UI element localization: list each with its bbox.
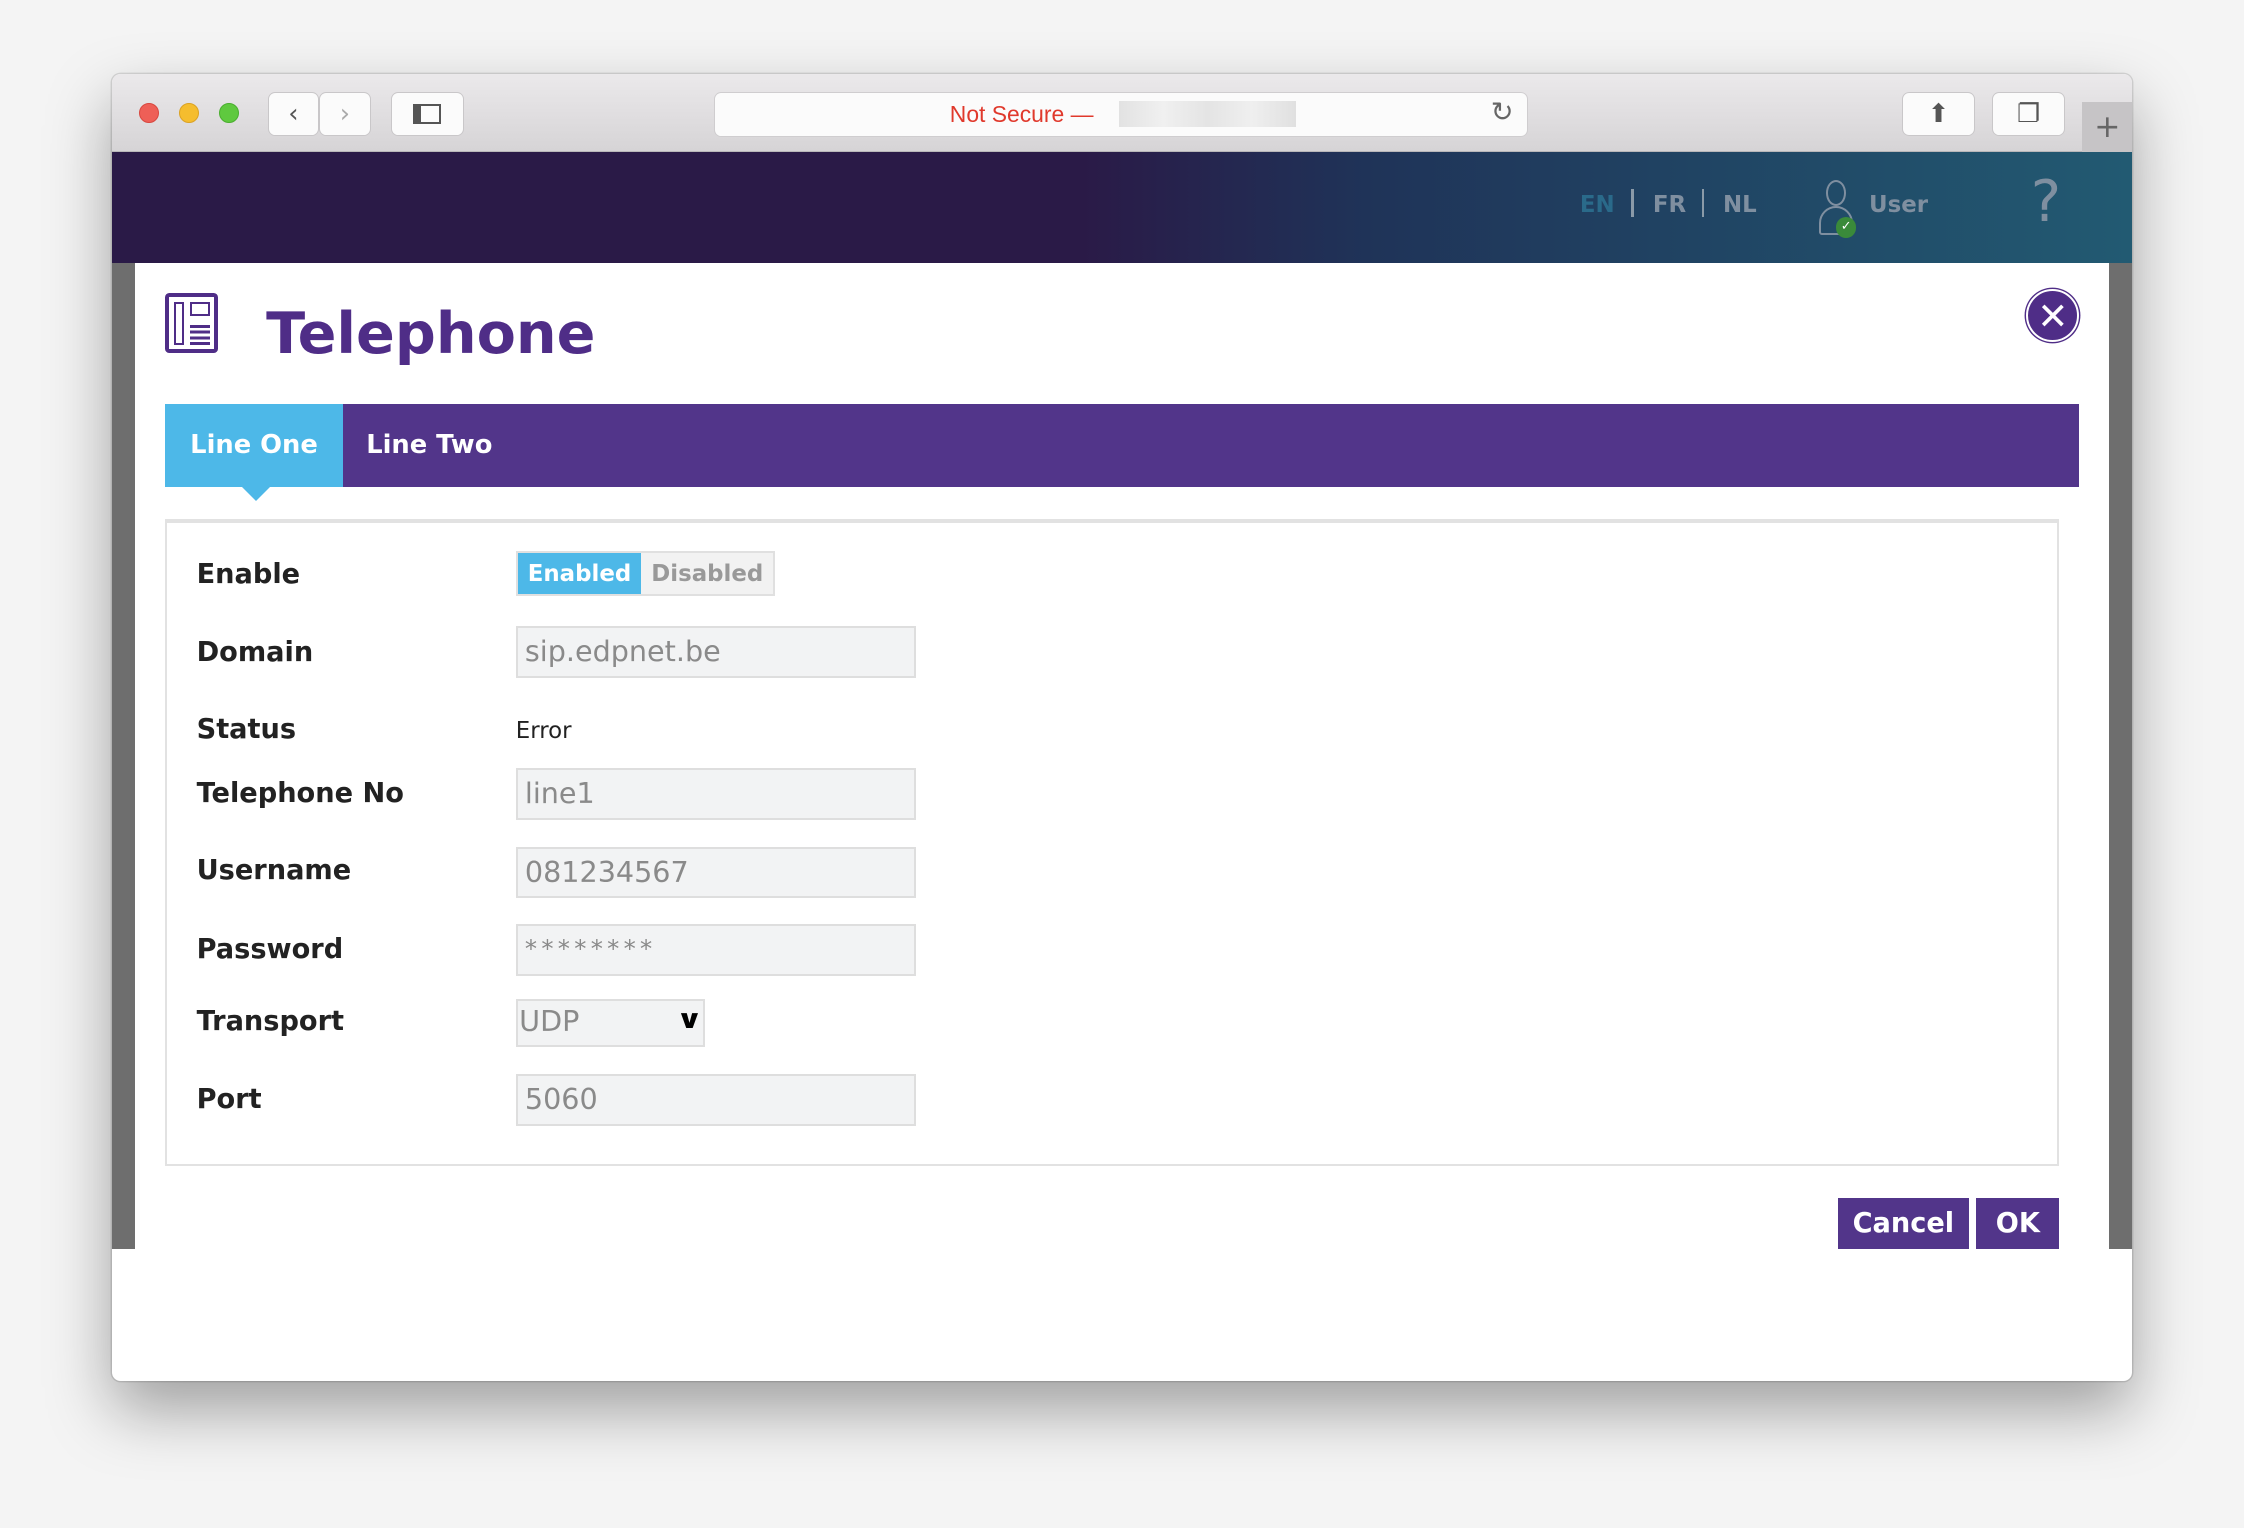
- share-button[interactable]: ⬆: [1901, 91, 1975, 136]
- line-settings-form: Enable Enabled Disabled Domain sip.edpne…: [164, 519, 2060, 1167]
- chevron-down-icon: ∨: [675, 1005, 703, 1035]
- status-value: Error: [515, 718, 572, 745]
- url-security-text: Not Secure —: [949, 101, 1094, 128]
- enabled-option[interactable]: Enabled: [517, 552, 642, 595]
- telephone-icon: [164, 293, 218, 354]
- enable-label: Enable: [196, 559, 301, 591]
- maximize-window-button[interactable]: [218, 103, 239, 124]
- browser-window: ‹ › Not Secure — ↻ ⬆ ❐ + EN FR NL ✓ User…: [111, 74, 2133, 1381]
- user-icon[interactable]: ✓: [1817, 180, 1857, 240]
- app-header: EN FR NL ✓ User ?: [111, 151, 2133, 264]
- minimize-window-button[interactable]: [178, 103, 199, 124]
- username-input[interactable]: 081234567: [515, 846, 917, 899]
- back-button[interactable]: ‹: [267, 91, 320, 136]
- overlay-backdrop: [111, 263, 135, 1250]
- language-fr[interactable]: FR: [1653, 192, 1686, 218]
- tab-line-one[interactable]: Line One: [164, 403, 344, 501]
- language-nl[interactable]: NL: [1723, 192, 1757, 218]
- transport-select[interactable]: UDP ∨: [515, 998, 705, 1048]
- telephone-dialog: Telephone ✕ Line One Line Two Enable Ena…: [134, 263, 2110, 1250]
- line-tabs: Line One Line Two: [164, 403, 2080, 501]
- status-label: Status: [196, 713, 297, 745]
- share-icon: ⬆: [1927, 98, 1950, 129]
- help-icon[interactable]: ?: [2031, 169, 2061, 235]
- overlay-backdrop: [2109, 263, 2133, 1250]
- sidebar-icon: [412, 103, 442, 124]
- domain-input[interactable]: sip.edpnet.be: [515, 626, 917, 678]
- transport-label: Transport: [196, 1005, 345, 1037]
- redacted-url: [1118, 101, 1297, 127]
- screen: ‹ › Not Secure — ↻ ⬆ ❐ + EN FR NL ✓ User…: [0, 0, 2244, 1528]
- domain-label: Domain: [196, 636, 314, 668]
- tabs-button[interactable]: ❐: [1992, 91, 2066, 136]
- forward-button[interactable]: ›: [319, 91, 371, 136]
- ok-button[interactable]: OK: [1976, 1197, 2060, 1250]
- close-dialog-button[interactable]: ✕: [2026, 289, 2080, 342]
- close-icon: ✕: [2037, 293, 2069, 338]
- sidebar-button[interactable]: [390, 91, 464, 136]
- username-label: Username: [196, 855, 352, 887]
- forward-icon: ›: [339, 98, 351, 129]
- back-icon: ‹: [288, 98, 299, 129]
- tabs-icon: ❐: [2017, 98, 2041, 129]
- port-label: Port: [196, 1084, 262, 1116]
- dialog-title: Telephone: [266, 300, 596, 367]
- reload-icon[interactable]: ↻: [1491, 97, 1514, 128]
- language-en[interactable]: EN: [1580, 192, 1615, 218]
- tab-line-two[interactable]: Line Two: [343, 404, 515, 487]
- transport-value: UDP: [519, 1004, 580, 1039]
- telephone-no-label: Telephone No: [196, 778, 404, 810]
- new-tab-icon: +: [2094, 108, 2121, 145]
- user-menu-label[interactable]: User: [1869, 192, 1928, 218]
- cancel-button[interactable]: Cancel: [1837, 1197, 1970, 1250]
- port-input[interactable]: 5060: [515, 1074, 917, 1126]
- enable-toggle[interactable]: Enabled Disabled: [515, 550, 776, 597]
- password-label: Password: [196, 934, 344, 966]
- divider: [1701, 188, 1705, 218]
- address-bar[interactable]: Not Secure — ↻: [714, 91, 1529, 138]
- disabled-option[interactable]: Disabled: [641, 552, 774, 595]
- telephone-no-input[interactable]: line1: [515, 768, 917, 820]
- new-tab-button[interactable]: +: [2082, 101, 2133, 152]
- divider: [1631, 188, 1635, 218]
- close-window-button[interactable]: [138, 103, 159, 124]
- password-input[interactable]: ********: [515, 924, 917, 976]
- browser-toolbar: ‹ › Not Secure — ↻ ⬆ ❐ +: [111, 74, 2133, 152]
